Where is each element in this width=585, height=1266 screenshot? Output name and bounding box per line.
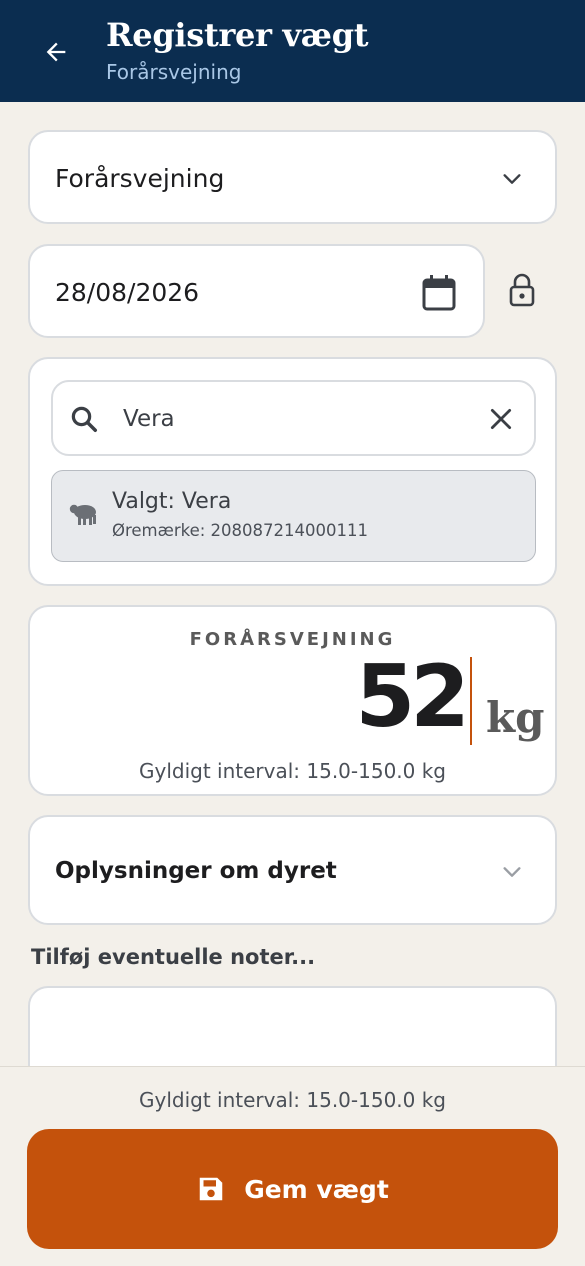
selected-animal-name: Valgt: Vera: [112, 489, 232, 514]
weighing-type-value: Forårsvejning: [55, 164, 225, 193]
weight-card[interactable]: FORÅRSVEJNING 52 kg Gyldigt interval: 15…: [28, 605, 557, 796]
arrow-left-icon: [46, 42, 66, 62]
footer-range-hint: Gyldigt interval: 15.0-150.0 kg: [138, 1088, 447, 1112]
weight-unit: kg: [486, 693, 545, 742]
app-header: Registrer vægt Forårsvejning: [0, 0, 585, 102]
date-field[interactable]: 28/08/2026: [28, 244, 485, 338]
date-lock-button[interactable]: [505, 270, 539, 310]
save-icon: [199, 1177, 223, 1201]
sheep-icon: [69, 504, 96, 525]
calendar-icon[interactable]: [421, 274, 457, 312]
selected-animal-eartag: Øremærke: 208087214000111: [112, 521, 369, 540]
weighing-type-select[interactable]: Forårsvejning: [28, 130, 557, 224]
animal-info-expander[interactable]: Oplysninger om dyret: [28, 815, 557, 925]
save-button-label: Gem vægt: [244, 1174, 389, 1204]
page-subtitle: Forårsvejning: [106, 60, 242, 84]
animal-info-label: Oplysninger om dyret: [55, 858, 337, 884]
search-icon: [71, 406, 97, 432]
text-cursor: [470, 657, 472, 745]
footer-bar: Gyldigt interval: 15.0-150.0 kg Gem vægt: [0, 1066, 585, 1266]
weight-input[interactable]: 52: [355, 647, 470, 747]
page-title: Registrer vægt: [106, 16, 369, 54]
weight-label: FORÅRSVEJNING: [189, 629, 396, 650]
animal-search-card: Vera Valgt: Vera Øremærke: 2080872140001…: [28, 357, 557, 586]
search-query: Vera: [123, 406, 175, 432]
selected-animal[interactable]: Valgt: Vera Øremærke: 208087214000111: [51, 470, 536, 562]
animal-search-input[interactable]: Vera: [51, 380, 536, 456]
notes-label: Tilføj eventuelle noter...: [31, 945, 316, 969]
save-button[interactable]: Gem vægt: [27, 1129, 558, 1249]
back-button[interactable]: [36, 32, 76, 72]
lock-icon: [509, 273, 535, 307]
close-icon[interactable]: [488, 406, 514, 432]
chevron-down-icon: [503, 867, 521, 877]
weight-range-hint: Gyldigt interval: 15.0-150.0 kg: [138, 759, 447, 783]
chevron-down-icon: [503, 174, 521, 184]
date-value: 28/08/2026: [55, 278, 200, 307]
